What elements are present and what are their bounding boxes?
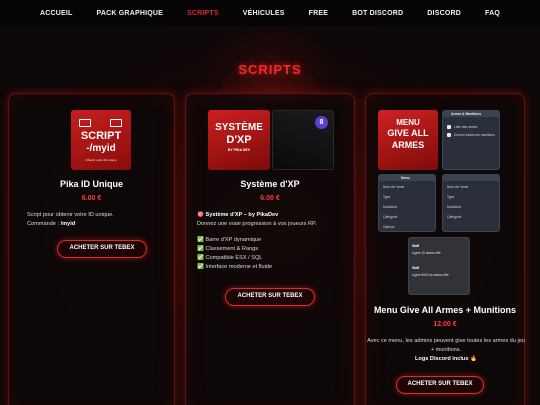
menu-preview-panel-left[interactable]: Menu Nom de l'arme Type Munitions Catégo…: [378, 174, 436, 232]
product-title: Menu Give All Armes + Munitions: [373, 305, 517, 315]
nav-item-faq[interactable]: FAQ: [485, 10, 500, 17]
panel-row: Type: [447, 195, 455, 199]
checkbox-icon: [447, 125, 451, 129]
description-text: Avec ce menu, les admins peuvent give to…: [367, 338, 525, 353]
id-card-icon: [110, 119, 122, 127]
section-title: SCRIPTS: [238, 62, 302, 77]
thumbnail-line1: MENU: [396, 118, 420, 127]
description-subtitle: 🎯 Système d'XP – by PikaDev: [197, 212, 279, 218]
thumbnail-line3: ARMES: [391, 140, 425, 150]
product-title: Système d'XP: [240, 179, 300, 189]
command-label: Commande :: [27, 221, 60, 227]
product-thumbnail[interactable]: SYSTÈME D'XP BY PIKA DEV: [208, 110, 270, 170]
command-value: /myid: [60, 221, 76, 227]
keyboard-icon: [79, 119, 91, 127]
menu-preview-panel-right[interactable]: Nom de l'arme Type Munitions Catégorie: [442, 174, 500, 232]
discord-log-preview[interactable]: Staff a give 10 ammo rifle Staff a give …: [408, 237, 470, 295]
discord-message: a give 10 ammo rifle: [412, 251, 441, 255]
product-title: Pika ID Unique: [59, 179, 123, 189]
buy-on-tebex-button[interactable]: ACHETER SUR TEBEX: [225, 288, 315, 306]
product-preview-image[interactable]: 8: [272, 110, 334, 170]
product-thumbnail[interactable]: SCRIPT -/myid Obtenir votre ID unique: [71, 110, 131, 170]
product-card-give-all-armes: MENU GIVE ALL ARMES Armes & Munitions Li…: [365, 93, 525, 405]
panel-row: Options: [383, 225, 395, 229]
command-line: Commande : /myid: [27, 220, 167, 229]
nav-item-vehicules[interactable]: VÉHICULES: [243, 10, 285, 17]
panel-header: [443, 175, 499, 181]
panel-row: Munitions: [383, 205, 398, 209]
description-text: Donnez une vraie progression à vos joueu…: [197, 221, 317, 227]
thumbnail-line2: -/myid: [86, 143, 116, 154]
thumbnail-line2: D'XP: [226, 134, 252, 146]
product-description: 🎯 Système d'XP – by PikaDev Donnez une v…: [197, 211, 347, 272]
feature-item: ✅ Barre d'XP dynamique: [197, 237, 262, 243]
product-card-pika-id: SCRIPT -/myid Obtenir votre ID unique Pi…: [8, 93, 175, 405]
menu-item: Liste des armes: [454, 125, 478, 129]
discord-message: a give 9000 de ammo rifle: [412, 273, 449, 277]
feature-item: ✅ Classement & Rangs: [197, 246, 259, 252]
thumbnail-line1: SYSTÈME: [215, 122, 263, 133]
product-description: Script pour obtenir votre ID unique. Com…: [27, 211, 167, 229]
panel-row: Nom de l'arme: [447, 185, 469, 189]
description-extra: Logs Discord inclus 🔥: [415, 356, 477, 362]
menu-title: Armes & Munitions: [451, 112, 482, 116]
product-thumbnail[interactable]: MENU GIVE ALL ARMES: [378, 110, 438, 170]
thumbnail-caption: Obtenir votre ID unique: [85, 158, 117, 162]
top-navigation: ACCUEIL PACK GRAPHIQUE SCRIPTS VÉHICULES…: [0, 0, 540, 26]
product-description: Avec ce menu, les admins peuvent give to…: [366, 337, 526, 364]
feature-item: ✅ Compatible ESX / SQL: [197, 255, 263, 261]
nav-item-bot-discord[interactable]: BOT DISCORD: [352, 10, 403, 17]
feature-item: ✅ Interface moderne et fluide: [197, 264, 273, 270]
discord-author: Staff: [412, 244, 420, 248]
discord-author: Staff: [412, 266, 420, 270]
description-text: Script pour obtenir votre ID unique.: [27, 212, 114, 218]
buy-on-tebex-button[interactable]: ACHETER SUR TEBEX: [396, 376, 484, 394]
buy-on-tebex-button[interactable]: ACHETER SUR TEBEX: [57, 240, 147, 258]
thumbnail-line1: SCRIPT: [80, 130, 122, 142]
nav-item-scripts[interactable]: SCRIPTS: [187, 10, 219, 17]
checkbox-icon: [447, 133, 451, 137]
thumbnail-line2: GIVE ALL: [387, 128, 429, 138]
panel-row: Nom de l'arme: [383, 185, 405, 189]
panel-row: Munitions: [447, 205, 462, 209]
panel-row: Type: [383, 195, 391, 199]
product-card-xp-system: SYSTÈME D'XP BY PIKA DEV 8 Système d'XP …: [185, 93, 355, 405]
level-badge: 8: [315, 116, 328, 129]
product-price: 12.00 €: [433, 321, 457, 328]
panel-row: Catégorie: [447, 215, 462, 219]
product-price: 6.00 €: [81, 195, 102, 202]
menu-item: Donner toutes les munitions: [454, 133, 495, 137]
product-price: 6.00 €: [260, 195, 280, 202]
nav-item-accueil[interactable]: ACCUEIL: [40, 10, 73, 17]
nav-item-free[interactable]: FREE: [309, 10, 328, 17]
menu-preview-panel[interactable]: Armes & Munitions Liste des armes Donner…: [442, 110, 500, 170]
thumbnail-caption: BY PIKA DEV: [227, 148, 251, 152]
nav-item-pack-graphique[interactable]: PACK GRAPHIQUE: [97, 10, 163, 17]
panel-row: Catégorie: [383, 215, 398, 219]
nav-item-discord[interactable]: DISCORD: [427, 10, 461, 17]
panel-title: Menu: [401, 176, 410, 180]
